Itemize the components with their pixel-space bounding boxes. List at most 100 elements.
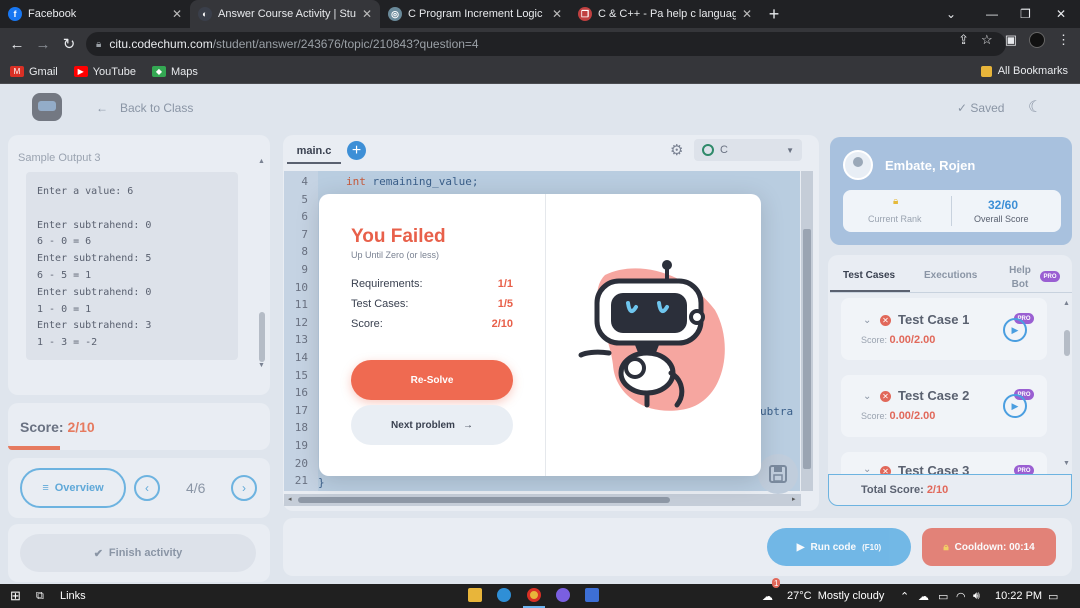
close-icon[interactable]: ✕ bbox=[172, 7, 182, 21]
tab-label: Answer Course Activity | Student bbox=[218, 8, 356, 20]
language-select[interactable]: C ▼ bbox=[694, 139, 802, 161]
user-avatar[interactable] bbox=[843, 150, 873, 180]
prev-problem-button[interactable]: ‹ bbox=[134, 475, 160, 501]
tab-label: Facebook bbox=[28, 8, 77, 20]
app-icon[interactable] bbox=[585, 588, 599, 602]
weather-icon[interactable]: ☁ bbox=[762, 584, 773, 608]
dark-mode-icon[interactable]: ☾ bbox=[1028, 97, 1042, 117]
add-file-button[interactable]: + bbox=[347, 141, 366, 160]
close-icon[interactable]: ✕ bbox=[552, 7, 562, 21]
taskbar-search-label[interactable]: Links bbox=[60, 584, 86, 608]
messenger-icon[interactable] bbox=[556, 588, 570, 602]
tab-c-cpp-help[interactable]: ❒ C & C++ - Pa help c language | ✕ bbox=[570, 0, 760, 28]
lock-icon: 🔒︎ bbox=[893, 196, 899, 207]
re-solve-button[interactable]: Re-Solve bbox=[351, 360, 513, 400]
score-label: Score: bbox=[351, 318, 383, 330]
editor-horizontal-scrollbar[interactable]: ◂ ▸ bbox=[284, 494, 801, 506]
onedrive-icon[interactable]: ☁ bbox=[918, 584, 929, 608]
reload-icon[interactable]: ↻ bbox=[56, 35, 82, 53]
codechum-logo[interactable] bbox=[32, 93, 62, 121]
run-label: Run code bbox=[810, 541, 857, 553]
weather-text: 27°C Mostly cloudy bbox=[787, 590, 885, 602]
bookmark-gmail[interactable]: M Gmail bbox=[10, 66, 58, 78]
maximize-icon[interactable]: ❐ bbox=[1020, 0, 1031, 28]
chevron-down-icon[interactable]: ⌄ bbox=[863, 315, 871, 326]
sidepanel-icon[interactable]: ▣ bbox=[1005, 32, 1017, 48]
task-view-icon[interactable]: ⧉ bbox=[36, 584, 44, 608]
cooldown-button[interactable]: 🔒︎ Cooldown: 00:14 bbox=[922, 528, 1056, 566]
file-tab-main-c[interactable]: main.c bbox=[287, 140, 341, 164]
sad-robot-illustration bbox=[578, 260, 725, 411]
tab-executions[interactable]: Executions bbox=[924, 270, 977, 281]
tab-help-bot[interactable]: Help Bot bbox=[1007, 264, 1033, 292]
clock-time[interactable]: 10:22 PM bbox=[995, 584, 1042, 608]
cooldown-label: Cooldown: 00:14 bbox=[954, 541, 1035, 553]
url-field[interactable]: 🔒︎ citu.codechum.com/student/answer/2436… bbox=[86, 32, 1006, 56]
run-code-button[interactable]: ▶ Run code (F10) bbox=[767, 528, 911, 566]
editor-vertical-scrollbar[interactable] bbox=[801, 171, 813, 491]
language-label: C bbox=[720, 144, 728, 156]
save-floppy-button[interactable] bbox=[758, 454, 798, 494]
play-test-case-button[interactable]: ▶ bbox=[1003, 318, 1027, 342]
tab-c-program-increment[interactable]: ◎ C Program Increment Logic ✕ bbox=[380, 0, 570, 28]
edge-icon[interactable] bbox=[497, 588, 511, 602]
chevron-down-icon[interactable]: ⌄ bbox=[863, 391, 871, 402]
chevron-down-icon: ▼ bbox=[786, 145, 794, 155]
youtube-icon: ▶ bbox=[73, 66, 88, 77]
chrome-icon[interactable] bbox=[527, 588, 541, 602]
star-icon[interactable]: ☆ bbox=[981, 32, 993, 48]
notifications-icon[interactable]: ▭ bbox=[1048, 584, 1058, 608]
bookmark-youtube[interactable]: ▶ YouTube bbox=[73, 66, 136, 78]
all-bookmarks[interactable]: All Bookmarks bbox=[980, 65, 1068, 77]
lock-icon: 🔒︎ bbox=[96, 38, 102, 50]
line-number: 21 bbox=[294, 474, 308, 488]
address-bar: ← → ↻ 🔒︎ citu.codechum.com/student/answe… bbox=[0, 28, 1080, 60]
line-number: 8 bbox=[301, 245, 308, 259]
finish-activity-button[interactable]: ✔ Finish activity bbox=[20, 534, 256, 572]
problem-scrollbar[interactable]: ▲ ▼ bbox=[257, 158, 267, 370]
next-problem-button[interactable]: Next problem → bbox=[351, 405, 513, 445]
line-number: 7 bbox=[301, 227, 308, 241]
browser-tab-bar: f Facebook ✕ ◐ Answer Course Activity | … bbox=[0, 0, 1080, 28]
line-number: 14 bbox=[294, 351, 308, 364]
floppy-icon bbox=[769, 465, 787, 483]
lock-icon: 🔒︎ bbox=[943, 541, 949, 553]
tab-search-icon[interactable]: ⌄ bbox=[946, 0, 956, 28]
share-icon[interactable]: ⇪ bbox=[958, 32, 969, 48]
close-icon[interactable]: ✕ bbox=[362, 7, 372, 21]
minimize-icon[interactable]: — bbox=[986, 0, 998, 28]
settings-gear-icon[interactable]: ⚙ bbox=[670, 141, 683, 159]
forward-arrow-icon[interactable]: → bbox=[30, 36, 56, 53]
profile-avatar[interactable] bbox=[1029, 32, 1045, 48]
test-case-title: Test Case 2 bbox=[898, 388, 970, 403]
wifi-icon[interactable]: ◠ bbox=[956, 584, 966, 608]
close-icon[interactable]: ✕ bbox=[742, 7, 752, 21]
test-cases-scrollbar[interactable]: ▲ ▼ bbox=[1063, 300, 1071, 472]
current-rank-label: Current Rank bbox=[868, 214, 922, 224]
tab-test-cases[interactable]: Test Cases bbox=[843, 270, 895, 281]
file-explorer-icon[interactable] bbox=[468, 588, 482, 602]
bookmark-maps[interactable]: ◆ Maps bbox=[151, 66, 198, 78]
back-to-class-link[interactable]: ← Back to Class bbox=[96, 101, 193, 115]
url-text: citu.codechum.com/student/answer/243676/… bbox=[109, 37, 479, 51]
all-bookmarks-label: All Bookmarks bbox=[997, 65, 1068, 77]
arrow-right-icon: → bbox=[462, 419, 473, 431]
new-tab-button[interactable]: + bbox=[760, 0, 788, 28]
code-line-4[interactable]: int remaining_value; bbox=[346, 175, 478, 188]
line-number: 6 bbox=[301, 210, 308, 224]
modal-subtitle: Up Until Zero (or less) bbox=[351, 250, 440, 260]
bookmark-label: Gmail bbox=[29, 65, 58, 78]
menu-icon[interactable]: ⋮ bbox=[1057, 32, 1070, 48]
overview-button[interactable]: ≡ Overview bbox=[20, 468, 126, 508]
next-problem-arrow-button[interactable]: › bbox=[231, 475, 257, 501]
tab-answer-course-activity[interactable]: ◐ Answer Course Activity | Student ✕ bbox=[190, 0, 380, 28]
tab-facebook[interactable]: f Facebook ✕ bbox=[0, 0, 190, 28]
window-close-icon[interactable]: ✕ bbox=[1056, 0, 1066, 28]
windows-start-icon[interactable]: ⊞ bbox=[10, 584, 21, 608]
back-arrow-icon[interactable]: ← bbox=[4, 36, 30, 53]
volume-icon[interactable]: 🔊︎ bbox=[973, 584, 980, 608]
play-test-case-button[interactable]: ▶ bbox=[1003, 394, 1027, 418]
battery-icon[interactable]: ▭ bbox=[938, 584, 948, 608]
test-cases-label: Test Cases: bbox=[351, 298, 409, 310]
chevron-up-icon[interactable]: ⌃ bbox=[900, 584, 909, 608]
